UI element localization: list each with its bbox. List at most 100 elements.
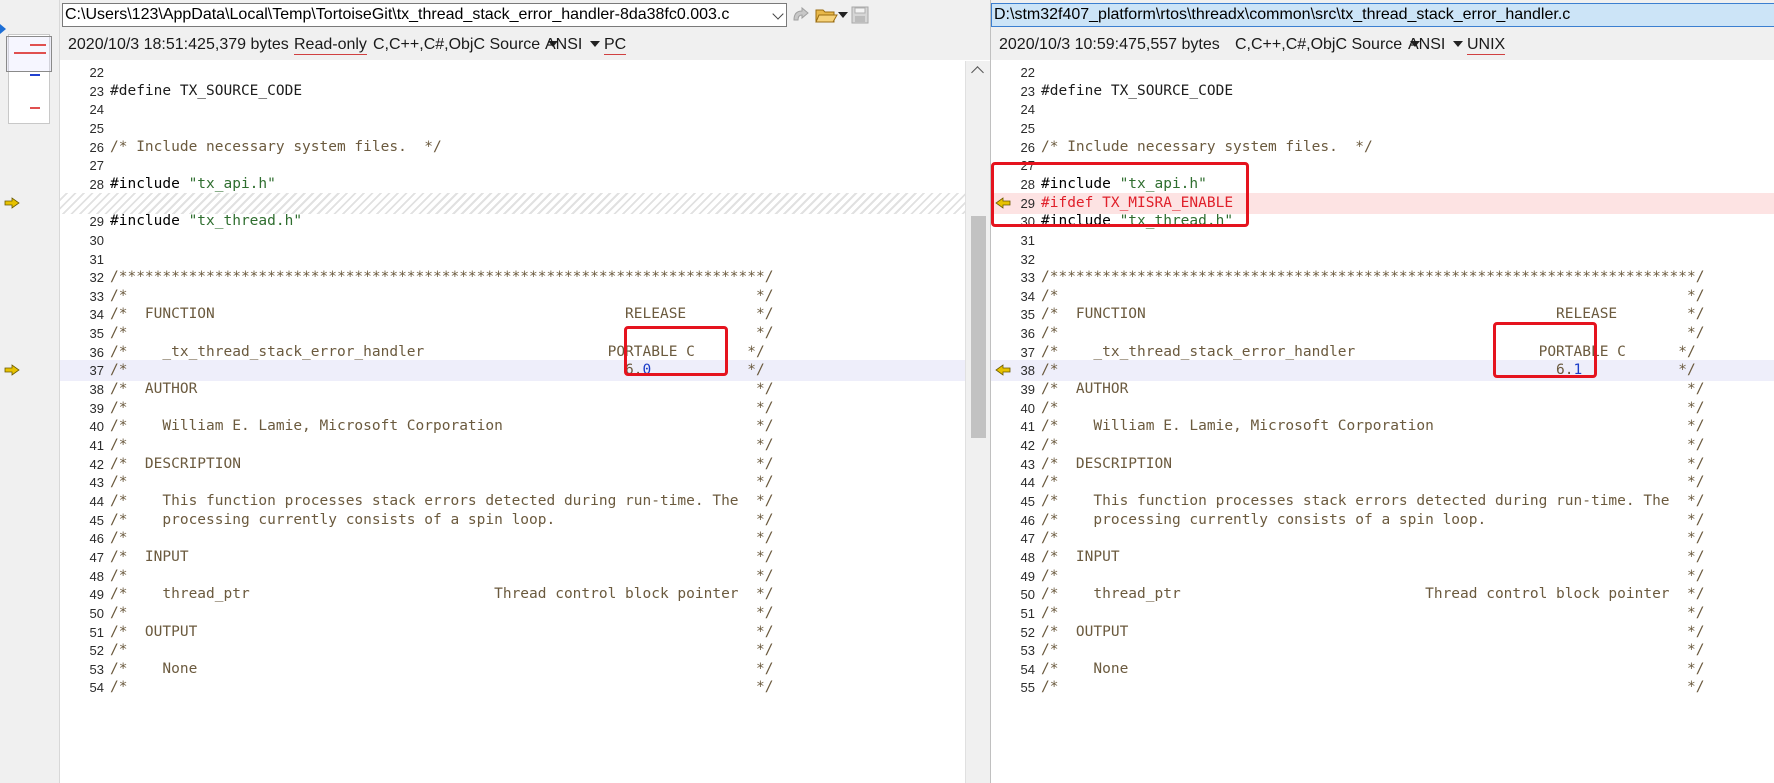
comment-text: /* _tx_thread_stack_error_handler PORTAB…: [1041, 343, 1696, 360]
comment-text: /* AUTHOR */: [1041, 381, 1705, 398]
comment-text: /* */: [1041, 399, 1705, 416]
comment-text: /* _tx_thread_stack_error_handler PORTAB…: [110, 343, 765, 360]
string-literal: "tx_thread.h": [1119, 213, 1234, 230]
comment-text: /* */: [1041, 530, 1705, 547]
location-pointer-icon: [0, 24, 6, 34]
left-path-toolbar: C:\Users\123\AppData\Local\Temp\Tortoise…: [60, 0, 990, 30]
location-viewport[interactable]: [6, 36, 52, 72]
save-disk-icon[interactable]: [850, 5, 870, 25]
comment-text: /***************************************…: [110, 269, 774, 286]
comment-text: /* */: [1041, 604, 1705, 621]
string-literal: "tx_api.h": [1119, 175, 1207, 192]
string-literal: "tx_thread.h": [188, 213, 303, 230]
right-pane: D:\stm32f407_platform\rtos\threadx\commo…: [990, 0, 1774, 783]
left-eol-toggle[interactable]: PC: [604, 36, 627, 55]
line-number: 55: [1020, 680, 1035, 696]
comment-text: /* */: [110, 567, 774, 584]
string-literal: "tx_api.h": [188, 175, 276, 192]
comment-text: /* 6.: [110, 362, 643, 379]
comment-text: /* */: [110, 325, 774, 342]
diff-mark: [14, 52, 46, 54]
diff-arrow-left-icon[interactable]: [995, 364, 1011, 377]
comment-text: /* Include necessary system files. */: [1041, 138, 1373, 155]
right-eol-toggle[interactable]: UNIX: [1467, 36, 1506, 55]
code-line[interactable]: 54 /* */: [60, 677, 990, 698]
comment-text: */: [651, 362, 765, 379]
comment-text: /* */: [110, 530, 774, 547]
comment-text: /* DESCRIPTION */: [110, 455, 774, 472]
comment-text: /***************************************…: [1041, 269, 1705, 286]
added-code: #ifdef TX_MISRA_ENABLE: [1041, 194, 1234, 211]
right-file-info: 2020/10/3 10:59:47 5,557 bytes C,C++,C#,…: [991, 30, 1774, 60]
merge-arrow-icon[interactable]: [790, 5, 812, 25]
comment-text: /* */: [110, 474, 774, 491]
comment-text: /* OUTPUT */: [110, 623, 774, 640]
comment-text: /* None */: [1041, 660, 1705, 677]
left-language-select[interactable]: C,C++,C#,ObjC Source: [373, 36, 559, 54]
chevron-down-icon[interactable]: [772, 8, 784, 20]
comment-text: /* thread_ptr Thread control block point…: [110, 586, 774, 603]
code-text: /* */: [110, 677, 773, 698]
comment-text: /* */: [110, 679, 774, 696]
comment-text: /* processing currently consists of a sp…: [110, 511, 774, 528]
diff-mark: [30, 74, 40, 76]
comment-text: /* None */: [110, 660, 774, 677]
comment-text: /* William E. Lamie, Microsoft Corporati…: [110, 418, 774, 435]
scrollbar-thumb[interactable]: [971, 216, 986, 438]
location-pane[interactable]: [0, 0, 60, 783]
comment-text: /* */: [1041, 642, 1705, 659]
version-digit: 0: [642, 362, 652, 379]
right-code-view[interactable]: 22 23 #define TX_SOURCE_CODE 24 25 26/* Inclu…: [991, 61, 1774, 783]
right-path-field[interactable]: D:\stm32f407_platform\rtos\threadx\commo…: [991, 3, 1774, 27]
diff-arrow-left-icon[interactable]: [995, 196, 1011, 209]
comment-text: /* INPUT */: [1041, 548, 1705, 565]
comment-text: /* DESCRIPTION */: [1041, 455, 1705, 472]
left-path-text: C:\Users\123\AppData\Local\Temp\Tortoise…: [65, 6, 730, 23]
code-line[interactable]: 55 /* */: [991, 677, 1774, 698]
code-text: /* */: [1041, 677, 1704, 698]
left-encoding-value: ANSI: [545, 36, 583, 53]
comment-text: /* FUNCTION RELEASE */: [110, 306, 774, 323]
comment-text: /* processing currently consists of a sp…: [1041, 511, 1705, 528]
diff-arrow-right-icon[interactable]: [4, 364, 20, 377]
right-language-select[interactable]: C,C++,C#,ObjC Source: [1235, 36, 1421, 54]
right-path-text: D:\stm32f407_platform\rtos\threadx\commo…: [994, 6, 1571, 23]
comment-text: /* This function processes stack errors …: [1041, 492, 1705, 509]
right-encoding-select[interactable]: ANSI: [1408, 36, 1464, 54]
preprocessor-directive: #define TX_SOURCE_CODE: [1041, 82, 1234, 99]
left-pane: C:\Users\123\AppData\Local\Temp\Tortoise…: [4, 0, 990, 783]
left-readonly-toggle[interactable]: Read-only: [294, 36, 367, 55]
left-file-info: 2020/10/3 18:51:42 5,379 bytes Read-only…: [60, 30, 990, 60]
open-folder-icon[interactable]: [814, 5, 838, 25]
comment-text: /* */: [1041, 325, 1705, 342]
left-vertical-scrollbar[interactable]: [965, 61, 990, 783]
comment-text: /* */: [110, 437, 774, 453]
left-file-size: 5,379 bytes: [206, 36, 289, 53]
left-file-date: 2020/10/3 18:51:42: [68, 36, 206, 53]
diff-arrow-right-icon[interactable]: [4, 196, 20, 209]
comment-text: /* */: [1041, 567, 1705, 584]
comment-text: /* */: [110, 287, 774, 304]
left-language-value: C,C++,C#,ObjC Source: [373, 36, 541, 53]
comment-text: /* FUNCTION RELEASE */: [1041, 306, 1705, 323]
scroll-up-icon[interactable]: [971, 66, 984, 79]
comment-text: /* */: [110, 604, 774, 621]
comment-text: /* */: [1041, 437, 1705, 453]
right-path-toolbar: D:\stm32f407_platform\rtos\threadx\commo…: [991, 0, 1774, 30]
comment-text: /* thread_ptr Thread control block point…: [1041, 586, 1705, 603]
open-dropdown-icon[interactable]: [838, 12, 848, 18]
preprocessor-directive: #define TX_SOURCE_CODE: [110, 82, 303, 99]
preprocessor-directive: #include: [110, 213, 189, 230]
chevron-down-icon: [590, 41, 601, 47]
chevron-down-icon: [1453, 41, 1464, 47]
left-encoding-select[interactable]: ANSI: [545, 36, 601, 54]
comment-text: /* OUTPUT */: [1041, 623, 1705, 640]
left-path-combobox[interactable]: C:\Users\123\AppData\Local\Temp\Tortoise…: [62, 3, 787, 27]
left-code-view[interactable]: 22 23 #define TX_SOURCE_CODE 24 25 26/* Inclu…: [4, 61, 990, 783]
right-encoding-value: ANSI: [1408, 36, 1446, 53]
comment-text: /* 6.: [1041, 362, 1574, 379]
right-file-date: 2020/10/3 10:59:47: [999, 36, 1137, 53]
version-digit: 1: [1573, 362, 1583, 379]
comment-text: /* Include necessary system files. */: [110, 138, 442, 155]
preprocessor-directive: #include: [1041, 213, 1120, 230]
